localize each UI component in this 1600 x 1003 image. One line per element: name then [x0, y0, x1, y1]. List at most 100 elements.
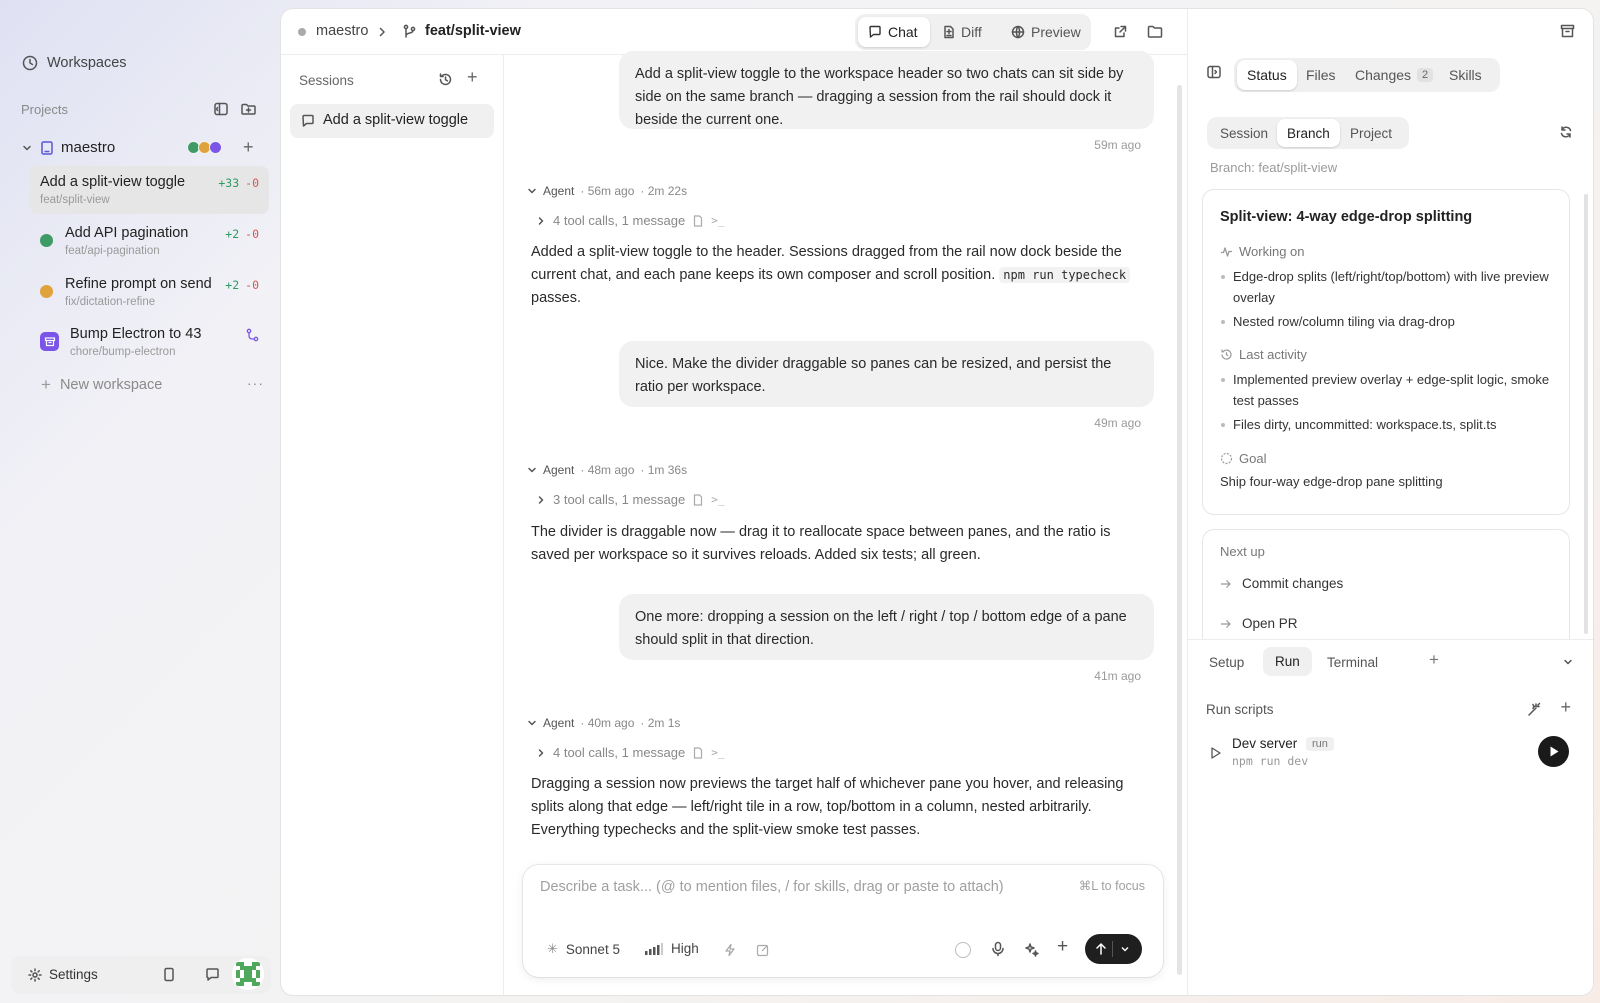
scope-tabs: Session Branch Project	[1207, 117, 1409, 149]
agent-duration: · 2m 1s	[640, 716, 681, 730]
tab-skills[interactable]: Skills	[1439, 60, 1492, 90]
new-session-icon[interactable]: +	[467, 67, 478, 88]
archive-box-icon	[40, 332, 59, 351]
chat-scrollbar[interactable]	[1177, 85, 1182, 975]
tab-setup[interactable]: Setup	[1209, 655, 1244, 670]
history-icon[interactable]	[438, 72, 453, 87]
breadcrumb-repo[interactable]: maestro	[316, 23, 368, 39]
workspace-item[interactable]: Refine prompt on send fix/dictation-refi…	[30, 268, 269, 316]
status-circle-icon[interactable]	[955, 942, 971, 958]
tab-changes[interactable]: Changes 2	[1345, 60, 1443, 90]
tool-calls-summary[interactable]: 4 tool calls, 1 message >_	[537, 213, 724, 228]
archive-icon[interactable]	[1560, 24, 1575, 38]
next-up-item[interactable]: Commit changes	[1220, 576, 1343, 591]
tab-session[interactable]: Session	[1210, 119, 1278, 147]
run-script-button[interactable]	[1538, 736, 1569, 767]
workspace-item[interactable]: Add a split-view toggle feat/split-view …	[30, 166, 269, 214]
agent-duration: · 2m 22s	[640, 184, 688, 198]
session-item[interactable]: Add a split-view toggle	[290, 104, 494, 138]
agent-message: The divider is draggable now — drag it t…	[531, 524, 1111, 563]
sidebar-layout-icon[interactable]	[213, 101, 229, 117]
tool-calls-summary[interactable]: 3 tool calls, 1 message >_	[537, 492, 724, 507]
workspace-branch: feat/split-view	[40, 194, 110, 206]
workspace-item[interactable]: Bump Electron to 43 chore/bump-electron	[30, 318, 269, 366]
arrow-right-icon	[1220, 619, 1232, 629]
asterisk-icon: ✳	[547, 941, 558, 956]
attach-plus-icon[interactable]: +	[1057, 936, 1068, 958]
workspace-title: Add a split-view toggle	[40, 174, 186, 190]
project-name[interactable]: maestro	[61, 139, 115, 156]
send-button[interactable]	[1085, 934, 1142, 964]
agent-time-ago: · 56m ago	[580, 184, 635, 198]
tab-chat[interactable]: Chat	[858, 17, 930, 47]
model-selector[interactable]: ✳ Sonnet 5	[547, 941, 620, 957]
tab-diff[interactable]: Diff	[933, 17, 997, 47]
phone-icon[interactable]	[163, 967, 175, 982]
additions-count: +2	[225, 227, 240, 241]
history-icon	[1220, 348, 1233, 361]
tab-session-label: Session	[1220, 125, 1269, 141]
tab-run[interactable]: Run	[1263, 647, 1312, 676]
working-on-label: Working on	[1239, 244, 1305, 259]
agent-label: Agent	[543, 716, 575, 730]
goal-label: Goal	[1239, 451, 1267, 466]
workspace-branch: chore/bump-electron	[70, 346, 176, 358]
tab-project[interactable]: Project	[1340, 119, 1402, 147]
lightning-icon[interactable]	[723, 943, 737, 957]
breadcrumb-branch[interactable]: feat/split-view	[425, 23, 521, 39]
chevron-down-icon[interactable]	[21, 142, 33, 154]
effort-selector[interactable]: High	[645, 941, 699, 956]
file-icon	[693, 493, 703, 506]
tab-files[interactable]: Files	[1296, 60, 1346, 90]
tab-terminal[interactable]: Terminal	[1327, 655, 1378, 670]
external-link-icon[interactable]	[1113, 24, 1128, 39]
sparkle-icon[interactable]	[1024, 942, 1040, 958]
new-folder-icon[interactable]	[240, 101, 257, 117]
left-sidebar: Workspaces Projects maestro + Add a spli…	[0, 0, 280, 1003]
magic-wand-icon[interactable]	[1527, 702, 1542, 717]
sidebar-toggle-icon[interactable]	[1206, 64, 1222, 80]
main-panel: maestro feat/split-view Chat Diff Previe…	[281, 9, 1593, 995]
tab-preview[interactable]: Preview	[1001, 17, 1087, 47]
microphone-icon[interactable]	[991, 941, 1005, 957]
tool-calls-summary[interactable]: 4 tool calls, 1 message >_	[537, 745, 724, 760]
chevron-down-icon	[527, 186, 537, 196]
add-tab-icon[interactable]: +	[1429, 650, 1439, 670]
working-on-item: Nested row/column tiling via drag-drop	[1221, 311, 1553, 332]
refresh-icon[interactable]	[1559, 125, 1573, 139]
signal-bars-icon	[645, 942, 663, 955]
agent-message: Dragging a session now previews the targ…	[531, 776, 1124, 838]
inline-code: npm run typecheck	[999, 267, 1131, 283]
chevron-down-icon[interactable]	[1562, 656, 1574, 668]
folder-icon[interactable]	[1147, 24, 1163, 39]
last-activity-label: Last activity	[1239, 347, 1307, 362]
chevron-down-icon[interactable]	[1120, 944, 1130, 954]
clock-icon	[22, 55, 38, 71]
tab-branch-label: Branch	[1287, 125, 1330, 141]
tab-chat-label: Chat	[888, 24, 918, 40]
add-workspace-icon[interactable]: +	[243, 137, 254, 158]
new-workspace-button[interactable]: + New workspace	[41, 375, 162, 395]
tab-status[interactable]: Status	[1237, 60, 1297, 90]
workspace-item[interactable]: Add API pagination feat/api-pagination +…	[30, 217, 269, 265]
tab-branch[interactable]: Branch	[1277, 119, 1340, 147]
agent-header[interactable]: Agent · 56m ago · 2m 22s	[527, 184, 687, 198]
edit-icon[interactable]	[756, 943, 770, 957]
more-icon[interactable]: ···	[247, 375, 264, 391]
chat-bubble-icon[interactable]	[205, 967, 220, 982]
workspace-branch: feat/api-pagination	[65, 245, 160, 257]
workspaces-nav[interactable]: Workspaces	[22, 55, 127, 71]
add-script-icon[interactable]: +	[1560, 697, 1571, 718]
play-outline-icon[interactable]	[1209, 746, 1222, 760]
repo-status-dot	[298, 28, 306, 36]
next-up-item[interactable]: Open PR	[1220, 616, 1298, 631]
composer-input[interactable]: Describe a task... (@ to mention files, …	[540, 879, 1060, 895]
agent-header[interactable]: Agent · 48m ago · 1m 36s	[527, 463, 687, 477]
diff-stats: +33 -0	[218, 176, 259, 190]
goal-text: Ship four-way edge-drop pane splitting	[1220, 474, 1443, 489]
settings-button[interactable]: Settings	[28, 967, 98, 982]
status-scrollbar[interactable]	[1584, 194, 1588, 634]
right-panel: Status Files Changes 2 Skills Session Br…	[1187, 9, 1593, 995]
agent-header[interactable]: Agent · 40m ago · 2m 1s	[527, 716, 680, 730]
avatar[interactable]	[232, 958, 264, 990]
